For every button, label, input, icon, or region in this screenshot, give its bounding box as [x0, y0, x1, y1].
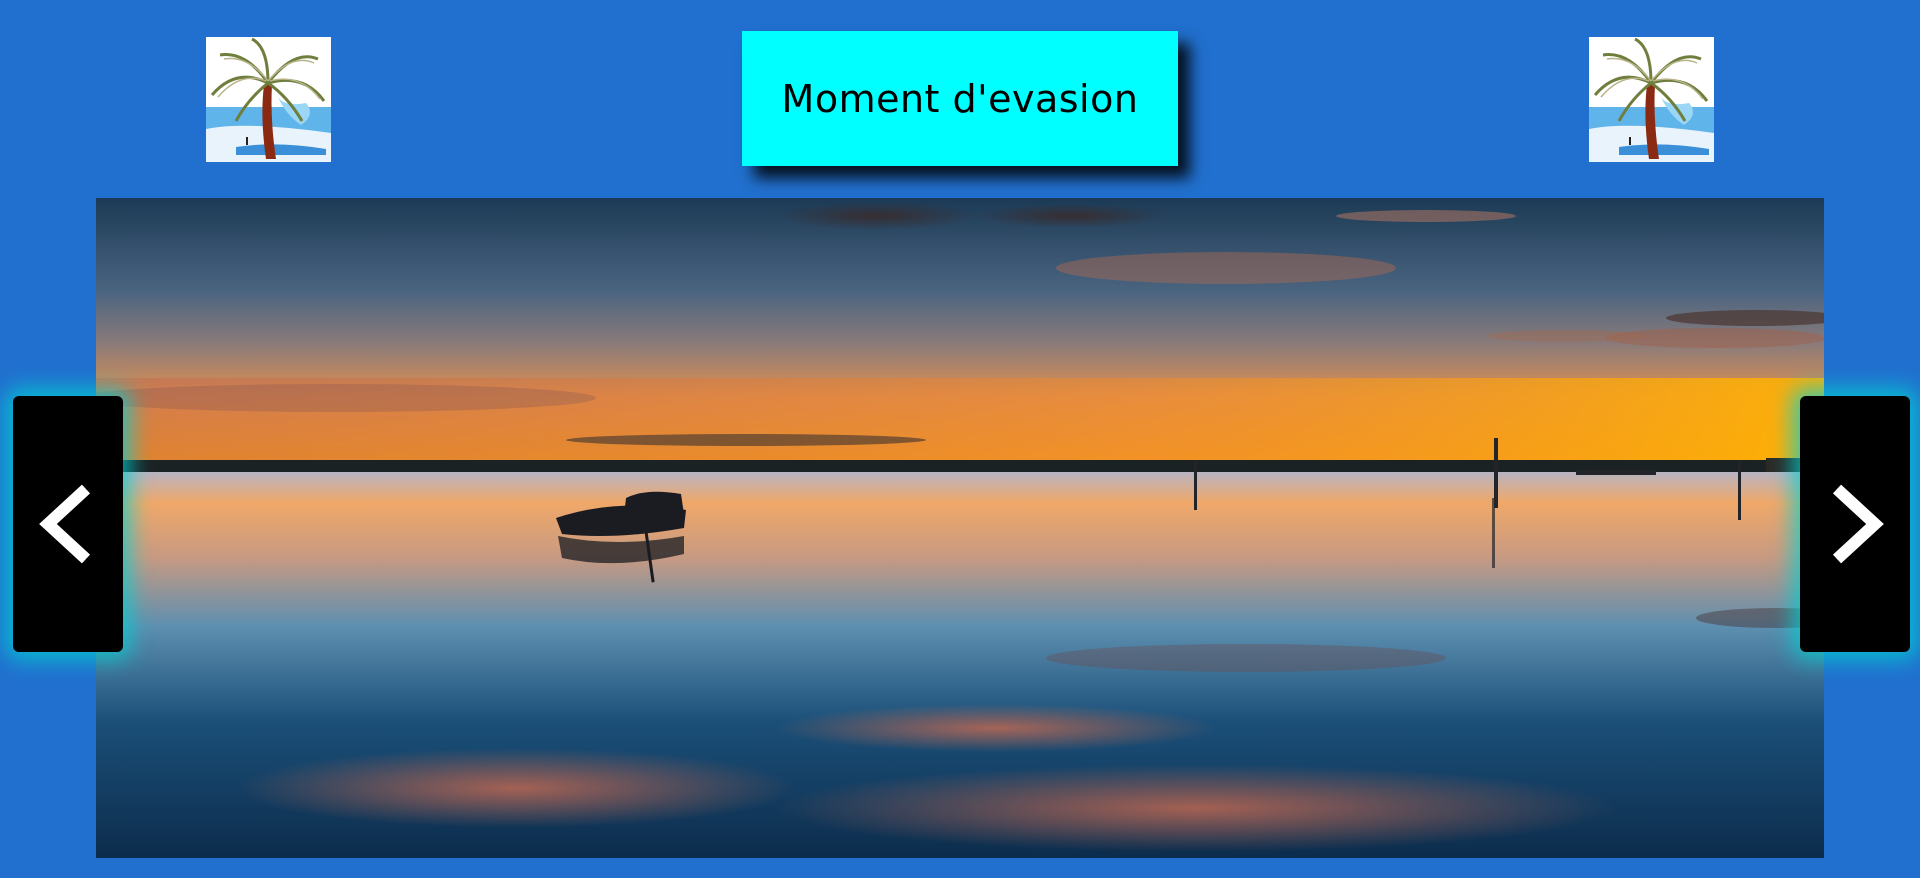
palm-tree-image-left	[206, 37, 331, 162]
previous-slide-button[interactable]	[13, 396, 123, 652]
page: Moment d'evasion	[0, 0, 1920, 878]
chevron-left-icon	[39, 484, 91, 564]
chevron-right-icon	[1832, 484, 1884, 564]
sunset-lake-boat-image	[96, 198, 1824, 858]
palm-tree-beach-icon	[206, 37, 331, 162]
title-banner: Moment d'evasion	[742, 31, 1178, 166]
page-title: Moment d'evasion	[781, 76, 1139, 121]
palm-tree-beach-icon	[1589, 37, 1714, 162]
palm-tree-image-right	[1589, 37, 1714, 162]
slideshow-image	[96, 198, 1824, 858]
next-slide-button[interactable]	[1800, 396, 1910, 652]
